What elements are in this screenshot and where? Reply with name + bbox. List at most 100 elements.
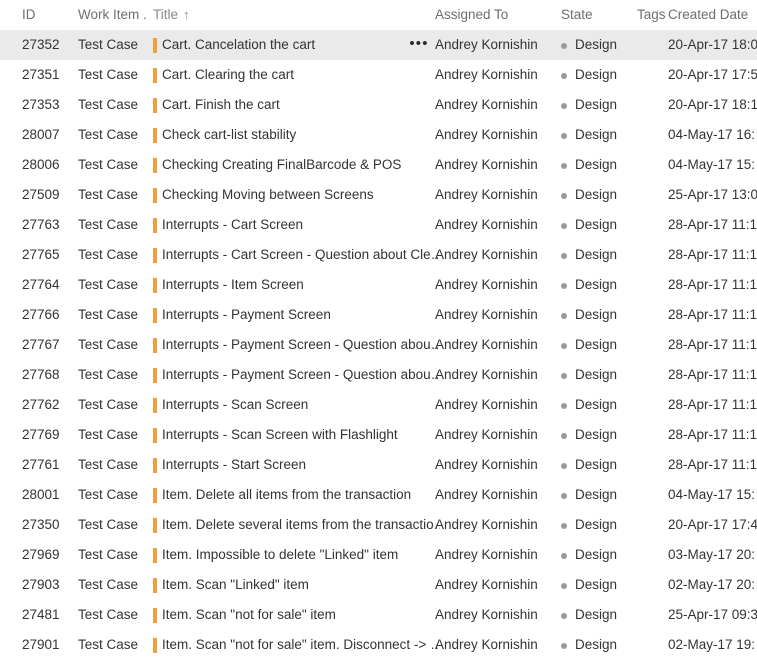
- cell-title[interactable]: Interrupts - Item Screen: [153, 270, 440, 300]
- cell-title[interactable]: Interrupts - Scan Screen with Flashlight: [153, 420, 440, 450]
- cell-tags: [637, 300, 665, 330]
- cell-title[interactable]: Item. Scan "not for sale" item: [153, 600, 440, 630]
- column-header-title[interactable]: Title ↑: [153, 0, 431, 30]
- cell-work-item-type: Test Case: [78, 457, 139, 472]
- cell-id[interactable]: 27901: [22, 630, 74, 660]
- table-row[interactable]: 27481 Test Case Item. Scan "not for sale" …: [0, 600, 757, 630]
- cell-state: Design: [575, 157, 618, 172]
- cell-work-item-type: Test Case: [78, 337, 139, 352]
- cell-state: Design: [575, 277, 618, 292]
- cell-id[interactable]: 28007: [22, 120, 74, 150]
- table-row[interactable]: 27903 Test Case Item. Scan "Linked" item An…: [0, 570, 757, 600]
- cell-tags: [637, 510, 665, 540]
- cell-title[interactable]: Interrupts - Cart Screen: [153, 210, 440, 240]
- table-row[interactable]: 27768 Test Case Interrupts - Payment Scree…: [0, 360, 757, 390]
- cell-tags: [637, 240, 665, 270]
- cell-title[interactable]: Item. Delete several items from the tran…: [153, 510, 440, 540]
- cell-title[interactable]: Interrupts - Start Screen: [153, 450, 440, 480]
- cell-work-item-type: Test Case: [78, 157, 139, 172]
- table-row[interactable]: 27351 Test Case Cart. Clearing the cart And…: [0, 60, 757, 90]
- table-row[interactable]: 27767 Test Case Interrupts - Payment Scree…: [0, 330, 757, 360]
- cell-id[interactable]: 27969: [22, 540, 74, 570]
- cell-created-date: 25-Apr-17 09:3: [668, 607, 757, 622]
- cell-title[interactable]: Interrupts - Scan Screen: [153, 390, 440, 420]
- table-row[interactable]: 27764 Test Case Interrupts - Item Screen An…: [0, 270, 757, 300]
- cell-id[interactable]: 27769: [22, 420, 74, 450]
- cell-work-item-type: Test Case: [78, 277, 139, 292]
- table-row[interactable]: 27763 Test Case Interrupts - Cart Screen An…: [0, 210, 757, 240]
- cell-title[interactable]: Item. Impossible to delete "Linked" item: [153, 540, 440, 570]
- cell-title[interactable]: Cart. Clearing the cart: [153, 60, 440, 90]
- table-row[interactable]: 27762 Test Case Interrupts - Scan Screen An…: [0, 390, 757, 420]
- cell-work-item-type: Test Case: [78, 487, 139, 502]
- cell-id[interactable]: 27762: [22, 390, 74, 420]
- column-header-tags-label: Tags: [637, 7, 665, 22]
- row-context-menu-icon[interactable]: •••: [409, 30, 429, 60]
- column-header-id[interactable]: ID: [22, 0, 74, 30]
- cell-created-date: 03-May-17 20:: [668, 547, 756, 562]
- cell-created-date: 20-Apr-17 17:5: [668, 67, 757, 82]
- table-row[interactable]: 28007 Test Case Check cart-list stability A…: [0, 120, 757, 150]
- cell-title[interactable]: Interrupts - Payment Screen: [153, 300, 440, 330]
- table-row[interactable]: 28006 Test Case Checking Creating FinalBar…: [0, 150, 757, 180]
- column-header-assigned-to[interactable]: Assigned To: [435, 0, 555, 30]
- cell-id[interactable]: 27761: [22, 450, 74, 480]
- work-item-grid: ID Work Item ... Title ↑ Assigned To Stat…: [0, 0, 757, 670]
- cell-id[interactable]: 28001: [22, 480, 74, 510]
- cell-state: Design: [575, 187, 618, 202]
- table-row[interactable]: 27350 Test Case Item. Delete several items…: [0, 510, 757, 540]
- cell-title[interactable]: Checking Creating FinalBarcode & POS: [153, 150, 440, 180]
- table-row[interactable]: 27766 Test Case Interrupts - Payment Scree…: [0, 300, 757, 330]
- column-header-state[interactable]: State: [561, 0, 633, 30]
- cell-tags: [637, 600, 665, 630]
- column-header-id-label: ID: [22, 7, 36, 22]
- column-header-tags[interactable]: Tags: [637, 0, 665, 30]
- table-row[interactable]: 27352 Test Case Cart. Cancelation the cart…: [0, 30, 757, 60]
- cell-state: Design: [575, 577, 618, 592]
- table-row[interactable]: 27969 Test Case Item. Impossible to delete…: [0, 540, 757, 570]
- cell-id[interactable]: 27903: [22, 570, 74, 600]
- cell-id[interactable]: 28006: [22, 150, 74, 180]
- cell-title[interactable]: Check cart-list stability: [153, 120, 440, 150]
- column-header-created-date[interactable]: Created Date: [668, 0, 757, 30]
- cell-assigned-to: Andrey Kornishin: [435, 67, 538, 82]
- cell-title[interactable]: Item. Scan "Linked" item: [153, 570, 440, 600]
- column-header-title-label: Title: [153, 7, 179, 22]
- cell-created-date: 04-May-17 15:: [668, 157, 756, 172]
- cell-state: Design: [575, 67, 618, 82]
- cell-created-date: 20-Apr-17 18:1: [668, 97, 757, 112]
- column-header-work-item-type[interactable]: Work Item ...: [78, 0, 148, 30]
- cell-work-item-type: Test Case: [78, 397, 139, 412]
- table-row[interactable]: 27901 Test Case Item. Scan "not for sale" …: [0, 630, 757, 660]
- cell-id[interactable]: 27764: [22, 270, 74, 300]
- cell-id[interactable]: 27763: [22, 210, 74, 240]
- cell-work-item-type: Test Case: [78, 97, 139, 112]
- cell-title[interactable]: Checking Moving between Screens: [153, 180, 440, 210]
- table-row[interactable]: 27353 Test Case Cart. Finish the cart Andre…: [0, 90, 757, 120]
- cell-created-date: 28-Apr-17 11:1: [668, 277, 757, 292]
- cell-title[interactable]: Interrupts - Cart Screen - Question abou…: [153, 240, 440, 270]
- table-row[interactable]: 27509 Test Case Checking Moving between Sc…: [0, 180, 757, 210]
- cell-id[interactable]: 27481: [22, 600, 74, 630]
- cell-id[interactable]: 27766: [22, 300, 74, 330]
- cell-id[interactable]: 27351: [22, 60, 74, 90]
- cell-title[interactable]: Item. Delete all items from the transact…: [153, 480, 440, 510]
- cell-title[interactable]: Cart. Finish the cart: [153, 90, 440, 120]
- cell-id[interactable]: 27350: [22, 510, 74, 540]
- cell-title[interactable]: Cart. Cancelation the cart: [153, 30, 440, 60]
- cell-title[interactable]: Interrupts - Payment Screen - Question a…: [153, 330, 440, 360]
- cell-id[interactable]: 27765: [22, 240, 74, 270]
- table-row[interactable]: 27765 Test Case Interrupts - Cart Screen -…: [0, 240, 757, 270]
- cell-id[interactable]: 27352: [22, 30, 74, 60]
- cell-title[interactable]: Item. Scan "not for sale" item. Disconne…: [153, 630, 440, 660]
- cell-id[interactable]: 27767: [22, 330, 74, 360]
- table-row[interactable]: 28001 Test Case Item. Delete all items fro…: [0, 480, 757, 510]
- cell-id[interactable]: 27509: [22, 180, 74, 210]
- cell-work-item-type: Test Case: [78, 547, 139, 562]
- cell-title[interactable]: Interrupts - Payment Screen - Question a…: [153, 360, 440, 390]
- cell-created-date: 02-May-17 20:: [668, 577, 756, 592]
- cell-id[interactable]: 27768: [22, 360, 74, 390]
- table-row[interactable]: 27769 Test Case Interrupts - Scan Screen w…: [0, 420, 757, 450]
- table-row[interactable]: 27761 Test Case Interrupts - Start Screen A…: [0, 450, 757, 480]
- cell-id[interactable]: 27353: [22, 90, 74, 120]
